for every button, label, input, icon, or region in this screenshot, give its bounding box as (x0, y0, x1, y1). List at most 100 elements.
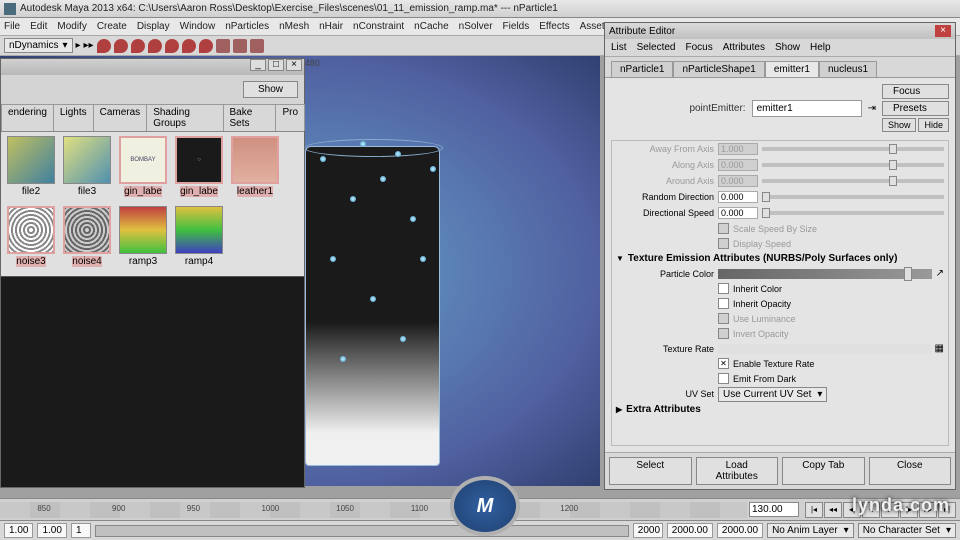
tab-nparticle1[interactable]: nParticle1 (611, 61, 673, 77)
menu-list[interactable]: List (611, 42, 627, 53)
chevron-down-icon: ▾ (817, 389, 822, 400)
anim-layer-dropdown[interactable]: No Anim Layer▾ (767, 523, 854, 538)
minimize-button[interactable]: _ (250, 59, 266, 71)
tab-lights[interactable]: Lights (53, 104, 94, 131)
menu-show[interactable]: Show (775, 42, 800, 53)
menu-display[interactable]: Display (137, 21, 170, 32)
show-button[interactable]: Show (243, 81, 298, 98)
slider[interactable] (762, 179, 944, 183)
menu-nmesh[interactable]: nMesh (279, 21, 309, 32)
menu-effects[interactable]: Effects (539, 21, 569, 32)
shelf-dropdown[interactable]: nDynamics▾ (4, 38, 73, 53)
attr-scroll[interactable]: Away From Axis1.000 Along Axis0.000 Arou… (611, 140, 949, 446)
shelf-magnet-icon[interactable] (148, 39, 162, 53)
map-icon[interactable]: ↗ (936, 268, 944, 279)
swatch-ramp4[interactable]: ramp4 (173, 206, 225, 272)
shelf-tool-icon[interactable] (233, 39, 247, 53)
watermark: lynda.com (852, 495, 950, 516)
section-extra-attrs[interactable]: ▶Extra Attributes (612, 402, 948, 417)
shelf-play-icon[interactable]: ▸ (76, 40, 81, 51)
checkbox[interactable] (718, 283, 729, 294)
hide-button[interactable]: Hide (918, 118, 949, 132)
tab-cameras[interactable]: Cameras (93, 104, 148, 131)
menu-edit[interactable]: Edit (30, 21, 47, 32)
swatch-file2[interactable]: file2 (5, 136, 57, 202)
rate-slot[interactable] (718, 344, 931, 354)
swatch-ramp3[interactable]: ramp3 (117, 206, 169, 272)
step-back-button[interactable]: ◂◂ (824, 502, 842, 518)
range-end-handle[interactable]: 2000 (633, 523, 663, 538)
rewind-start-button[interactable]: |◂ (805, 502, 823, 518)
swatch-noise3[interactable]: noise3 (5, 206, 57, 272)
menu-selected[interactable]: Selected (637, 42, 676, 53)
slider[interactable] (762, 195, 944, 199)
map-icon[interactable]: ▦ (935, 343, 944, 354)
range-start[interactable]: 1.00 (37, 523, 66, 538)
swatch-file3[interactable]: file3 (61, 136, 113, 202)
checkbox[interactable]: ✕ (718, 358, 729, 369)
shelf-magnet-icon[interactable] (165, 39, 179, 53)
checkbox[interactable] (718, 298, 729, 309)
time-ruler[interactable]: 850 900 950 1000 1050 1100 1150 1200 (0, 502, 747, 518)
swatch-noise4[interactable]: noise4 (61, 206, 113, 272)
copy-tab-button[interactable]: Copy Tab (782, 457, 865, 485)
shelf-magnet-icon[interactable] (182, 39, 196, 53)
slider[interactable] (762, 147, 944, 151)
tab-shading-groups[interactable]: Shading Groups (146, 104, 223, 131)
menu-nsolver[interactable]: nSolver (459, 21, 493, 32)
close-button[interactable]: Close (869, 457, 952, 485)
close-button[interactable]: × (935, 25, 951, 37)
slider[interactable] (762, 163, 944, 167)
current-frame[interactable]: 130.00 (749, 502, 799, 517)
swatch-gin-label1[interactable]: BOMBAYgin_labe (117, 136, 169, 202)
uvset-dropdown[interactable]: Use Current UV Set▾ (718, 387, 827, 402)
shelf-play-icon[interactable]: ▸▸ (84, 40, 94, 51)
menu-nconstraint[interactable]: nConstraint (353, 21, 404, 32)
tab-nparticleshape1[interactable]: nParticleShape1 (673, 61, 764, 77)
node-name-input[interactable] (752, 100, 862, 117)
slider[interactable] (762, 211, 944, 215)
character-set-dropdown[interactable]: No Character Set▾ (858, 523, 956, 538)
swatch-leather1[interactable]: leather1 (229, 136, 281, 202)
menu-create[interactable]: Create (97, 21, 127, 32)
menu-window[interactable]: Window (180, 21, 216, 32)
color-gradient[interactable] (718, 269, 932, 279)
tab-bake-sets[interactable]: Bake Sets (223, 104, 277, 131)
work-area[interactable] (1, 276, 304, 487)
menu-focus[interactable]: Focus (685, 42, 712, 53)
menu-nhair[interactable]: nHair (319, 21, 343, 32)
maximize-button[interactable]: □ (268, 59, 284, 71)
section-texture-emission[interactable]: ▼Texture Emission Attributes (NURBS/Poly… (612, 251, 948, 266)
select-button[interactable]: Select (609, 457, 692, 485)
checkbox[interactable] (718, 373, 729, 384)
range-end[interactable]: 2000.00 (667, 523, 713, 538)
shelf-magnet-icon[interactable] (97, 39, 111, 53)
menu-help[interactable]: Help (810, 42, 831, 53)
focus-button[interactable]: Focus (882, 84, 949, 99)
menu-fields[interactable]: Fields (503, 21, 530, 32)
shelf-magnet-icon[interactable] (131, 39, 145, 53)
shelf-tool-icon[interactable] (216, 39, 230, 53)
tab-projects[interactable]: Pro (275, 104, 305, 131)
tab-rendering[interactable]: endering (1, 104, 54, 131)
menu-file[interactable]: File (4, 21, 20, 32)
tab-nucleus1[interactable]: nucleus1 (819, 61, 877, 77)
menu-attributes[interactable]: Attributes (723, 42, 765, 53)
range-slider[interactable] (95, 525, 629, 537)
shelf-tool-icon[interactable] (250, 39, 264, 53)
load-attributes-button[interactable]: Load Attributes (696, 457, 779, 485)
menu-ncache[interactable]: nCache (414, 21, 448, 32)
close-button[interactable]: × (286, 59, 302, 71)
range-end-outer[interactable]: 2000.00 (717, 523, 763, 538)
shelf-magnet-icon[interactable] (199, 39, 213, 53)
tab-emitter1[interactable]: emitter1 (765, 61, 819, 77)
menu-nparticles[interactable]: nParticles (225, 21, 269, 32)
range-start-handle[interactable]: 1 (71, 523, 91, 538)
show-button[interactable]: Show (882, 118, 917, 132)
presets-button[interactable]: Presets (882, 101, 949, 116)
io-icon[interactable]: ⇥ (868, 103, 876, 114)
menu-modify[interactable]: Modify (57, 21, 86, 32)
range-start-outer[interactable]: 1.00 (4, 523, 33, 538)
swatch-gin-label2[interactable]: ○gin_labe (173, 136, 225, 202)
shelf-magnet-icon[interactable] (114, 39, 128, 53)
